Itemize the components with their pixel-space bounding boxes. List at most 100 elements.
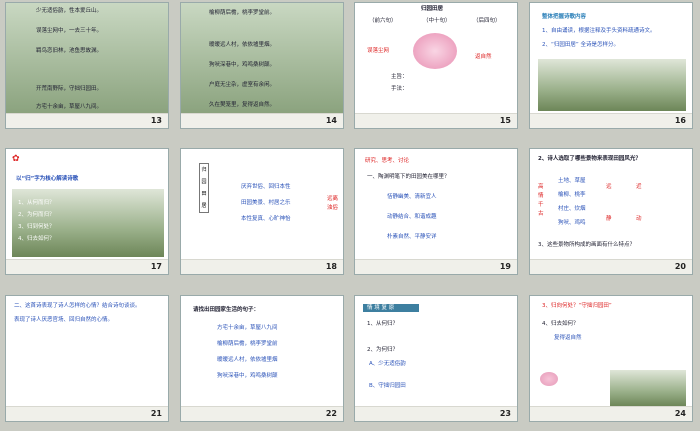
slide-number: 13	[150, 116, 162, 125]
slide-thumbnail-14[interactable]: 榆柳荫后檐，桃李罗堂前。 暧暧远人村，依依墟里烟。 狗吠深巷中，鸡鸣桑树颠。 户…	[180, 2, 344, 129]
question-line: 3、归向何处？“守拙归园田”	[542, 303, 612, 309]
slide-thumbnail-15[interactable]: 归园田居 （前六句） （中十句） （后四句） 误落尘网 返自然 主旨： 手法： …	[354, 2, 518, 129]
answer-line: 表现了诗人厌恶官场、回归自然的心情。	[14, 317, 114, 323]
slide-thumbnail-13[interactable]: 少无适俗韵，性本爱丘山。 误落尘网中，一去三十年。 羁鸟恋旧林，池鱼思故渊。 开…	[5, 2, 169, 129]
slide-title: 请找出田园家生活的句子：	[193, 307, 260, 313]
slide-number: 18	[325, 262, 337, 271]
slide-number: 21	[150, 409, 162, 418]
slide-number: 17	[150, 262, 162, 271]
poem-line: 方宅十余亩，草屋八九间	[217, 325, 278, 331]
slide-footer	[181, 113, 343, 128]
item-line: 田园美景、村居之乐	[241, 200, 291, 206]
scene-line: 榆柳、桃李	[558, 192, 586, 198]
label-theme: 主旨：	[391, 74, 408, 80]
slide-thumbnail-24[interactable]: 3、归向何处？“守拙归园田” 4、归去如何？ 复得返自然 24	[529, 295, 693, 422]
slide-footer	[530, 406, 692, 421]
poem-line: 误落尘网中，一去三十年。	[36, 28, 103, 34]
question-line: 3、归到何处？	[18, 224, 55, 230]
side-label: 归园田居	[199, 163, 209, 213]
slide-title: 情 境 复 原	[367, 305, 395, 311]
slide-thumbnail-16[interactable]: 整体把握诗歌内容 1、自由诵读，根据注释及手头资料疏通诗文。 2、“归园田居” …	[529, 2, 693, 129]
poem-line: 少无适俗韵，性本爱丘山。	[36, 8, 103, 14]
slide-number: 15	[499, 116, 511, 125]
slide-number: 22	[325, 409, 337, 418]
slide-title: 整体把握诗歌内容	[542, 14, 587, 20]
slide-thumbnail-23[interactable]: 情 境 复 原 1、从何归？ 2、为何归？ A、少无适俗韵 B、守拙归园田 23	[354, 295, 518, 422]
question-line: 一、陶渊明笔下的田园美在哪里？	[367, 174, 450, 180]
slide-heading: 研究、思考、讨论	[365, 158, 410, 164]
poem-line: 户庭无尘杂，虚室有余闲。	[209, 82, 276, 88]
side-label: 高情千古	[538, 184, 544, 217]
scene-line: 村庄、炊烟	[558, 206, 586, 212]
poem-line: 狗吠深巷中，鸡鸣桑树颠。	[209, 62, 276, 68]
poem-line: 开荒南野际，守拙归园田。	[36, 86, 103, 92]
poem-line: 暧暧远人村，依依墟里烟。	[209, 42, 276, 48]
poem-line: 榆柳荫后檐，桃李罗堂前。	[209, 10, 276, 16]
column-label: 远	[606, 184, 612, 190]
answer-line: A、少无适俗韵	[369, 361, 406, 367]
column-head: （前六句）	[369, 18, 397, 24]
column-head: （后四句）	[473, 18, 501, 24]
keyword: 误落尘网	[367, 48, 390, 54]
answer-line: 动静结合、和谐成趣	[387, 214, 437, 220]
slide-footer	[530, 113, 692, 128]
slide-footer	[6, 259, 168, 274]
slide-title: 以“归”字为核心解读诗歌	[16, 176, 79, 182]
slide-number: 16	[674, 116, 686, 125]
scene-line: 土地、草屋	[558, 178, 586, 184]
column-label: 动	[636, 216, 642, 222]
slide-thumbnail-18[interactable]: 归园田居 厌弃世俗、回归本性 田园美景、村居之乐 本性复真、心旷神怡 远离浊俗 …	[180, 148, 344, 275]
question-line: 4、归去如何？	[542, 321, 579, 327]
slide-footer	[6, 113, 168, 128]
answer-line: B、守拙归园田	[369, 383, 406, 389]
slide-footer	[355, 406, 517, 421]
slide-footer	[181, 259, 343, 274]
slide-background	[6, 3, 168, 115]
slide-background	[181, 3, 343, 115]
slide-sorter-grid: 少无适俗韵，性本爱丘山。 误落尘网中，一去三十年。 羁鸟恋旧林，池鱼思故渊。 开…	[0, 0, 700, 431]
column-head: （中十句）	[423, 18, 451, 24]
keyword: 返自然	[475, 54, 492, 60]
text-line: 2、“归园田居” 全诗是怎样分。	[542, 42, 619, 48]
slide-footer	[530, 259, 692, 274]
answer-line: 恬静幽美、清新宜人	[387, 194, 437, 200]
answer-line: 复得返自然	[554, 335, 582, 341]
slide-title: 2、诗人选取了哪些景物来表现田园风光？	[538, 156, 641, 162]
poem-line: 久在樊笼里，复得返自然。	[209, 102, 276, 108]
slide-footer	[6, 406, 168, 421]
poem-line: 暧暧远人村，依依墟里烟	[217, 357, 278, 363]
question-line: 2、为何归？	[367, 347, 398, 353]
slide-thumbnail-19[interactable]: 研究、思考、讨论 一、陶渊明笔下的田园美在哪里？ 恬静幽美、清新宜人 动静结合、…	[354, 148, 518, 275]
poem-line: 榆柳荫后檐，桃李罗堂前	[217, 341, 278, 347]
text-line: 1、自由诵读，根据注释及手头资料疏通诗文。	[542, 28, 656, 34]
slide-thumbnail-17[interactable]: ✿ 以“归”字为核心解读诗歌 1、从何而归？ 2、为何而归？ 3、归到何处？ 4…	[5, 148, 169, 275]
column-label: 静	[606, 216, 612, 222]
slide-footer	[181, 406, 343, 421]
slide-footer	[355, 259, 517, 274]
item-line: 本性复真、心旷神怡	[241, 216, 291, 222]
poem-line: 狗吠深巷中，鸡鸣桑树颠	[217, 373, 278, 379]
label-technique: 手法：	[391, 86, 408, 92]
slide-thumbnail-22[interactable]: 请找出田园家生活的句子： 方宅十余亩，草屋八九间 榆柳荫后檐，桃李罗堂前 暧暧远…	[180, 295, 344, 422]
slide-title: 归园田居	[421, 6, 444, 12]
flower-image	[540, 372, 558, 386]
answer-line: 朴素自然、平静安详	[387, 234, 437, 240]
column-label: 近	[636, 184, 642, 190]
poem-line: 羁鸟恋旧林，池鱼思故渊。	[36, 48, 103, 54]
slide-number: 20	[674, 262, 686, 271]
question-line: 二、这首诗表现了诗人怎样的心情？结合诗句谈谈。	[14, 303, 141, 309]
slide-number: 23	[499, 409, 511, 418]
lotus-image	[413, 33, 457, 69]
slide-number: 19	[499, 262, 511, 271]
cottage-image	[610, 370, 686, 406]
item-line: 厌弃世俗、回归本性	[241, 184, 291, 190]
question-line: 4、归去如何？	[18, 236, 55, 242]
landscape-image	[538, 59, 686, 111]
slide-thumbnail-20[interactable]: 2、诗人选取了哪些景物来表现田园风光？ 高情千古 土地、草屋 榆柳、桃李 村庄、…	[529, 148, 693, 275]
question-line: 1、从何归？	[367, 321, 398, 327]
question-line: 2、为何而归？	[18, 212, 55, 218]
slide-thumbnail-21[interactable]: 二、这首诗表现了诗人怎样的心情？结合诗句谈谈。 表现了诗人厌恶官场、回归自然的心…	[5, 295, 169, 422]
scene-line: 狗吠、鸡鸣	[558, 220, 586, 226]
slide-number: 14	[325, 116, 337, 125]
question-line: 1、从何而归？	[18, 200, 55, 206]
